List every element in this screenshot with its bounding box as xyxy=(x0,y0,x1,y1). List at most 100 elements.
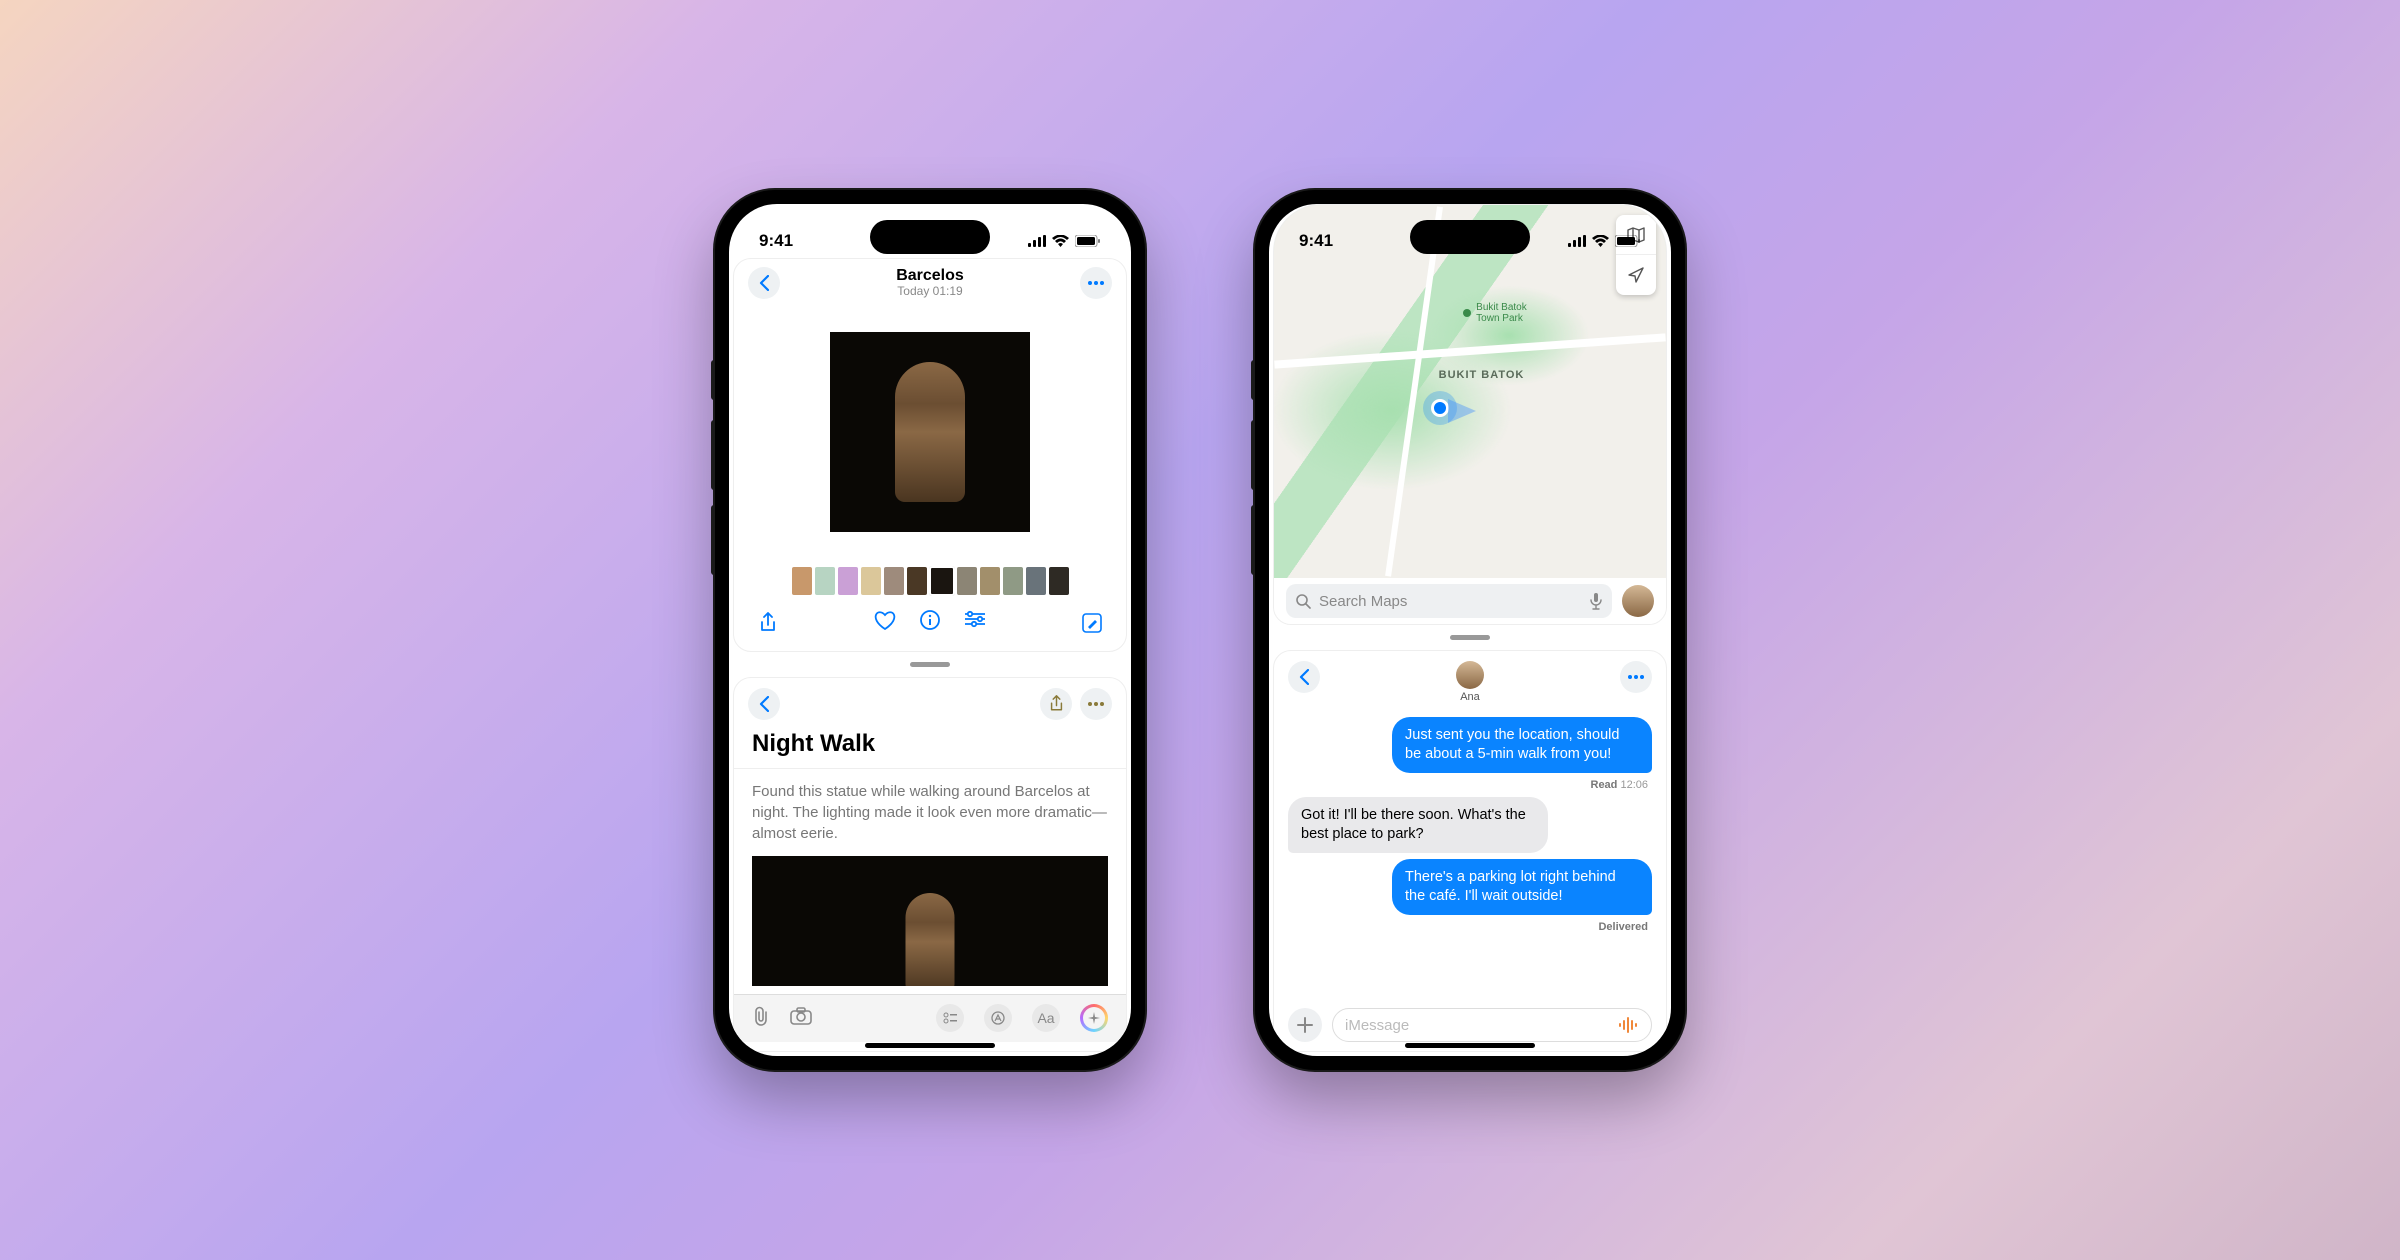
status-time: 9:41 xyxy=(759,231,793,251)
attach-button[interactable] xyxy=(752,1006,770,1031)
text-format-button[interactable]: Aa xyxy=(1032,1004,1060,1032)
contact-name: Ana xyxy=(1460,691,1480,703)
plus-icon xyxy=(1297,1017,1313,1033)
notes-back-button[interactable] xyxy=(748,688,780,720)
home-indicator[interactable] xyxy=(865,1043,995,1048)
home-indicator[interactable] xyxy=(1405,1043,1535,1048)
cellular-icon xyxy=(1028,235,1046,247)
edit-icon xyxy=(1082,613,1102,633)
notes-toolbar: Aa xyxy=(734,994,1126,1042)
phone-left: 9:41 Barcelos Today 01:19 xyxy=(715,190,1145,1070)
ellipsis-icon xyxy=(1088,702,1104,706)
photo-thumbnail[interactable] xyxy=(861,567,881,595)
maps-pane: Bukit Batok Town Park BUKIT BATOK Search… xyxy=(1273,204,1667,625)
photo-thumbnail[interactable] xyxy=(957,567,977,595)
photo-thumbnail[interactable] xyxy=(907,567,927,595)
note-inline-image[interactable] xyxy=(752,856,1108,986)
phone-right: 9:41 xyxy=(1255,190,1685,1070)
message-bubble-outgoing[interactable]: There's a parking lot right behind the c… xyxy=(1392,859,1652,915)
ai-writing-button[interactable] xyxy=(1080,1004,1108,1032)
photo-thumbnail[interactable] xyxy=(815,567,835,595)
message-list[interactable]: Just sent you the location, should be ab… xyxy=(1274,707,1666,999)
edit-button[interactable] xyxy=(1076,607,1108,639)
markup-icon xyxy=(991,1011,1005,1025)
status-time: 9:41 xyxy=(1299,231,1333,251)
split-grabber[interactable] xyxy=(1450,635,1490,640)
ellipsis-icon xyxy=(1628,675,1644,679)
wifi-icon xyxy=(1052,235,1069,247)
battery-icon xyxy=(1075,235,1101,247)
chevron-left-icon xyxy=(1299,669,1309,685)
note-title: Night Walk xyxy=(734,726,1126,768)
location-arrow-icon xyxy=(1628,267,1644,283)
note-body[interactable]: Found this statue while walking around B… xyxy=(734,769,1126,856)
split-grabber[interactable] xyxy=(910,662,950,667)
locate-me-button[interactable] xyxy=(1616,255,1656,295)
dynamic-island xyxy=(1410,220,1530,254)
messages-pane: Ana Just sent you the location, should b… xyxy=(1273,650,1667,1052)
checklist-button[interactable] xyxy=(936,1004,964,1032)
microphone-icon[interactable] xyxy=(1590,593,1602,610)
photos-pane: Barcelos Today 01:19 xyxy=(733,258,1127,652)
messages-back-button[interactable] xyxy=(1288,661,1320,693)
photo-main-image xyxy=(830,332,1030,532)
photo-thumbnail[interactable] xyxy=(1003,567,1023,595)
more-button[interactable] xyxy=(1080,267,1112,299)
sparkle-icon xyxy=(1088,1012,1100,1024)
contact-header[interactable]: Ana xyxy=(1456,661,1484,703)
park-poi[interactable]: Bukit Batok Town Park xyxy=(1462,302,1546,324)
photo-thumbnail[interactable] xyxy=(792,567,812,595)
profile-avatar[interactable] xyxy=(1622,585,1654,617)
paperclip-icon xyxy=(752,1006,770,1026)
maps-search-field[interactable]: Search Maps xyxy=(1286,584,1612,618)
adjust-button[interactable] xyxy=(964,610,986,636)
ellipsis-icon xyxy=(1088,281,1104,285)
photo-thumbnail[interactable] xyxy=(838,567,858,595)
photo-thumbnail[interactable] xyxy=(1049,567,1069,595)
markup-button[interactable] xyxy=(984,1004,1012,1032)
photo-thumbnail[interactable] xyxy=(980,567,1000,595)
search-icon xyxy=(1296,594,1311,609)
map-view[interactable]: Bukit Batok Town Park BUKIT BATOK xyxy=(1274,205,1666,578)
notes-more-button[interactable] xyxy=(1080,688,1112,720)
notes-share-button[interactable] xyxy=(1040,688,1072,720)
photo-thumbnail[interactable] xyxy=(1026,567,1046,595)
message-receipt: Read 12:06 xyxy=(1591,779,1653,791)
audio-message-icon[interactable] xyxy=(1619,1017,1639,1033)
chevron-left-icon xyxy=(759,275,769,291)
chevron-left-icon xyxy=(759,696,769,712)
heart-icon xyxy=(874,610,896,630)
contact-avatar xyxy=(1456,661,1484,689)
tree-icon xyxy=(1462,308,1472,318)
photo-subtitle: Today 01:19 xyxy=(896,285,964,299)
compose-add-button[interactable] xyxy=(1288,1008,1322,1042)
photo-thumbnail[interactable] xyxy=(930,567,954,595)
message-receipt: Delivered xyxy=(1598,921,1652,933)
sliders-icon xyxy=(964,610,986,628)
photo-viewer[interactable] xyxy=(734,303,1126,561)
cellular-icon xyxy=(1568,235,1586,247)
messages-more-button[interactable] xyxy=(1620,661,1652,693)
compose-placeholder: iMessage xyxy=(1345,1017,1409,1034)
back-button[interactable] xyxy=(748,267,780,299)
favorite-button[interactable] xyxy=(874,610,896,636)
search-placeholder: Search Maps xyxy=(1319,593,1582,610)
area-label: BUKIT BATOK xyxy=(1439,369,1525,381)
battery-icon xyxy=(1615,235,1641,247)
message-bubble-incoming[interactable]: Got it! I'll be there soon. What's the b… xyxy=(1288,797,1548,853)
park-label: Bukit Batok Town Park xyxy=(1476,302,1546,324)
info-icon xyxy=(920,610,940,630)
info-button[interactable] xyxy=(920,610,940,636)
message-bubble-outgoing[interactable]: Just sent you the location, should be ab… xyxy=(1392,717,1652,773)
camera-button[interactable] xyxy=(790,1007,812,1030)
compose-field[interactable]: iMessage xyxy=(1332,1008,1652,1042)
photo-thumbnail[interactable] xyxy=(884,567,904,595)
share-button[interactable] xyxy=(752,607,784,639)
checklist-icon xyxy=(943,1012,957,1024)
thumbnail-strip[interactable] xyxy=(734,561,1126,601)
current-location-dot xyxy=(1431,399,1449,417)
camera-icon xyxy=(790,1007,812,1025)
share-icon xyxy=(1049,695,1064,713)
share-icon xyxy=(759,612,777,634)
wifi-icon xyxy=(1592,235,1609,247)
